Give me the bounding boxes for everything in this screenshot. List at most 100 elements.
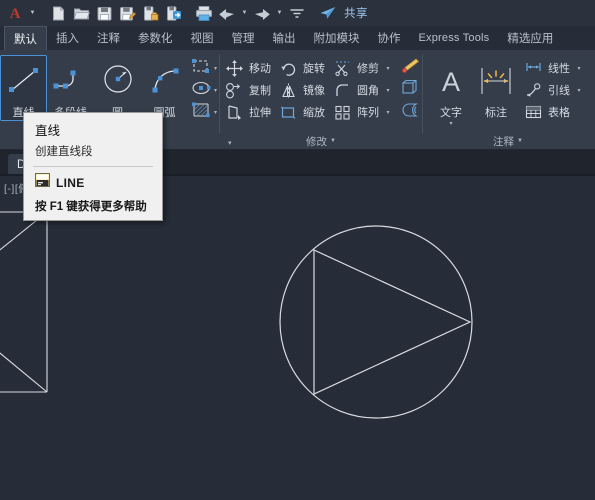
tool-trim[interactable]: 修剪 ▾ bbox=[328, 57, 396, 79]
dimension-icon bbox=[476, 59, 516, 103]
tool-move[interactable]: 移动 bbox=[220, 57, 274, 79]
tool-erase-brush[interactable] bbox=[396, 57, 422, 79]
panel-annotation-label: 注释 ▼ bbox=[429, 133, 587, 149]
tool-leader-label: 引线 bbox=[548, 85, 571, 97]
tool-array[interactable]: 阵列 ▾ bbox=[328, 101, 396, 123]
text-icon: A bbox=[435, 59, 467, 103]
draw-small-icons: ▾ ▾ ▾ bbox=[188, 55, 219, 123]
autocad-logo-icon[interactable]: A bbox=[4, 2, 26, 24]
tooltip-description: 创建直线段 bbox=[35, 146, 93, 158]
ribbon-tab-home[interactable]: 默认 bbox=[4, 26, 47, 50]
annotation-small-col: 线性 ▾ 引线 ▾ 表格 bbox=[519, 55, 587, 123]
panel-modify-expander-icon[interactable]: ▾ bbox=[224, 139, 232, 147]
panel-annotation-chevron-icon[interactable]: ▼ bbox=[517, 138, 523, 144]
arc-icon bbox=[146, 59, 184, 103]
leader-chevron-icon[interactable]: ▾ bbox=[574, 87, 584, 94]
save-to-web-icon[interactable] bbox=[139, 2, 161, 24]
ribbon-tab-featured-apps[interactable]: 精选应用 bbox=[498, 26, 562, 50]
svg-text:A: A bbox=[10, 6, 21, 22]
explode-icon bbox=[398, 79, 420, 102]
redo-icon[interactable] bbox=[251, 2, 273, 24]
redo-chevron-icon[interactable]: ▼ bbox=[274, 2, 285, 24]
text-chevron-icon[interactable]: ▾ bbox=[450, 120, 453, 127]
tool-circle[interactable]: 圆 bbox=[94, 55, 141, 120]
undo-chevron-icon[interactable]: ▼ bbox=[239, 2, 250, 24]
ribbon-tab-express-tools[interactable]: Express Tools bbox=[410, 26, 499, 50]
new-file-icon[interactable] bbox=[47, 2, 69, 24]
tool-leader[interactable]: 引线 ▾ bbox=[519, 79, 587, 101]
panel-modify-label-text: 修改 bbox=[306, 135, 328, 148]
fillet-icon bbox=[331, 80, 353, 100]
tool-copy[interactable]: 复制 bbox=[220, 79, 274, 101]
ribbon-tab-collaborate[interactable]: 协作 bbox=[369, 26, 410, 50]
tool-stretch[interactable]: 拉伸 bbox=[220, 101, 274, 123]
tool-fillet-label: 圆角 bbox=[357, 85, 380, 97]
line-tool-tooltip: 直线 创建直线段 LINE 按 F1 键获得更多帮助 bbox=[23, 112, 163, 221]
tool-text-label: 文字 bbox=[440, 107, 463, 119]
open-from-web-icon[interactable] bbox=[162, 2, 184, 24]
save-icon[interactable] bbox=[93, 2, 115, 24]
fillet-chevron-icon[interactable]: ▾ bbox=[383, 87, 393, 94]
tool-linear-dimension-label: 线性 bbox=[548, 63, 571, 75]
tool-mirror[interactable]: 镜像 bbox=[274, 79, 328, 101]
tool-scale[interactable]: 缩放 bbox=[274, 101, 328, 123]
tool-ellipse[interactable]: ▾ bbox=[188, 79, 219, 101]
stretch-icon bbox=[223, 102, 245, 122]
ellipse-chevron-icon[interactable]: ▾ bbox=[214, 87, 217, 94]
rectangle-chevron-icon[interactable]: ▾ bbox=[214, 65, 217, 72]
tool-polyline[interactable]: 多段线 bbox=[47, 55, 94, 120]
hatch-icon bbox=[190, 101, 212, 124]
tool-dimension[interactable]: 标注 bbox=[473, 55, 519, 120]
tool-offset[interactable] bbox=[396, 101, 422, 123]
tool-table[interactable]: 表格 bbox=[519, 101, 587, 123]
array-chevron-icon[interactable]: ▾ bbox=[383, 109, 393, 116]
ribbon-tab-output[interactable]: 输出 bbox=[264, 26, 305, 50]
tool-rectangle[interactable]: ▾ bbox=[188, 57, 219, 79]
save-as-icon[interactable] bbox=[116, 2, 138, 24]
tool-hatch[interactable]: ▾ bbox=[188, 101, 219, 123]
panel-modify: 移动 复制 拉伸 旋转 镜像 缩放 修剪 ▾ 圆角 ▾ 阵列 ▾ ▾ 修改 ▼ bbox=[220, 50, 422, 149]
tooltip-command-name: LINE bbox=[56, 175, 85, 190]
hatch-chevron-icon[interactable]: ▾ bbox=[214, 109, 217, 116]
line-icon bbox=[6, 59, 42, 103]
tool-fillet[interactable]: 圆角 ▾ bbox=[328, 79, 396, 101]
quick-access-toolbar: A ▼ ▼ ▼ 共享 bbox=[0, 0, 595, 26]
tool-array-label: 阵列 bbox=[357, 107, 380, 119]
tool-trim-label: 修剪 bbox=[357, 63, 380, 75]
panel-modify-chevron-icon[interactable]: ▼ bbox=[330, 138, 336, 144]
plot-icon[interactable] bbox=[193, 2, 215, 24]
open-file-icon[interactable] bbox=[70, 2, 92, 24]
array-icon bbox=[331, 102, 353, 122]
tool-linear-dimension[interactable]: 线性 ▾ bbox=[519, 57, 587, 79]
erase-brush-icon bbox=[398, 57, 420, 80]
ribbon-tab-view[interactable]: 视图 bbox=[182, 26, 223, 50]
share-icon[interactable] bbox=[317, 2, 339, 24]
tool-explode[interactable] bbox=[396, 79, 422, 101]
panel-annotation: A 文字 ▾ 标注 线性 ▾ 引线 ▾ 表格 注释 ▼ bbox=[423, 50, 587, 149]
trim-chevron-icon[interactable]: ▾ bbox=[383, 65, 393, 72]
linear-dimension-chevron-icon[interactable]: ▾ bbox=[574, 65, 584, 72]
app-menu-chevron-icon[interactable]: ▼ bbox=[27, 2, 38, 24]
leader-icon bbox=[522, 80, 544, 100]
modify-extra-icons bbox=[396, 55, 422, 123]
drawing-viewport[interactable]: [-][俯视][二维线框] bbox=[0, 178, 595, 500]
ribbon-tab-insert[interactable]: 插入 bbox=[47, 26, 88, 50]
tool-scale-label: 缩放 bbox=[303, 107, 326, 119]
panel-modify-label: ▾ 修改 ▼ bbox=[220, 133, 422, 149]
tooltip-command-row: LINE bbox=[24, 173, 162, 198]
tool-arc[interactable]: 圆弧 bbox=[141, 55, 188, 120]
share-label[interactable]: 共享 bbox=[344, 5, 368, 21]
line-command-icon bbox=[35, 173, 50, 192]
circle-shape bbox=[279, 225, 473, 419]
customize-qat-icon[interactable] bbox=[286, 2, 308, 24]
mirror-icon bbox=[277, 80, 299, 100]
ribbon-tab-addins[interactable]: 附加模块 bbox=[305, 26, 369, 50]
tool-rotate[interactable]: 旋转 bbox=[274, 57, 328, 79]
ribbon-tab-annotate[interactable]: 注释 bbox=[88, 26, 129, 50]
trim-icon bbox=[331, 58, 353, 78]
tool-text[interactable]: A 文字 ▾ bbox=[429, 55, 473, 127]
ribbon-tab-manage[interactable]: 管理 bbox=[223, 26, 264, 50]
undo-icon[interactable] bbox=[216, 2, 238, 24]
ribbon-tab-parametric[interactable]: 参数化 bbox=[129, 26, 182, 50]
modify-col-3: 修剪 ▾ 圆角 ▾ 阵列 ▾ bbox=[328, 55, 396, 123]
